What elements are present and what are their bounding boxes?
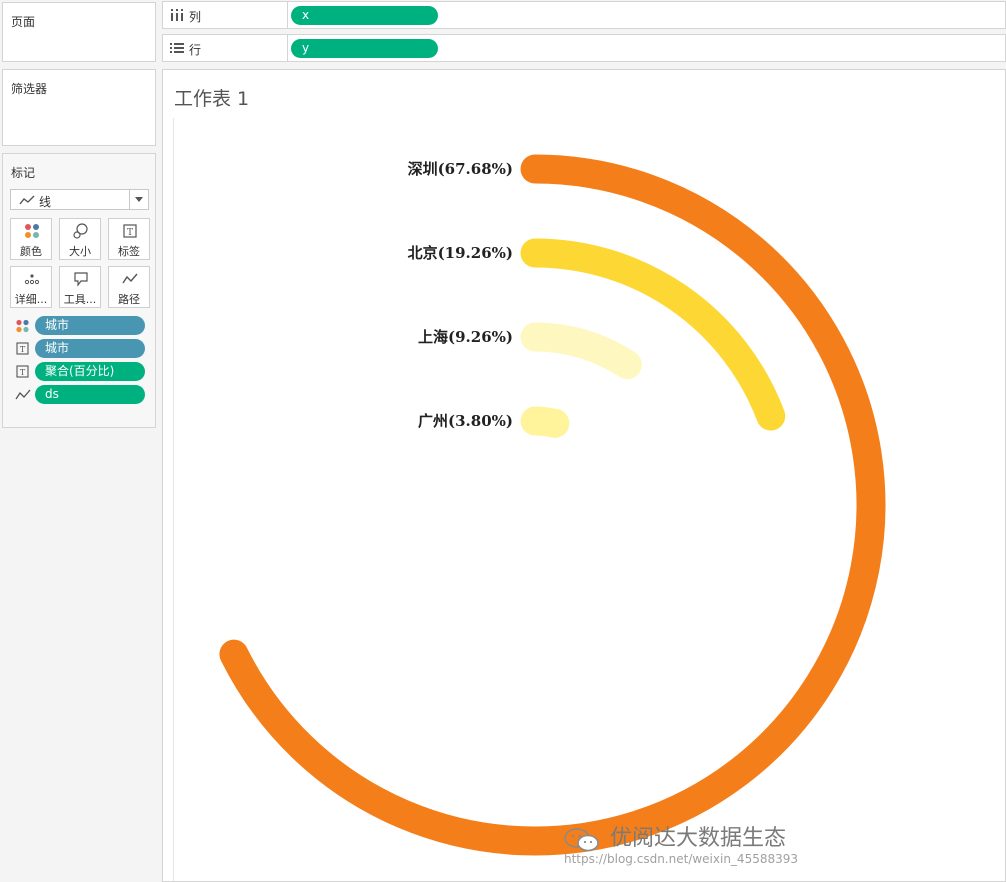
tooltip-icon — [74, 272, 88, 287]
y-pill[interactable]: y — [291, 39, 438, 58]
mark-type-label: 线 — [39, 195, 52, 209]
radial-bar-chart: 深圳(67.68%) 北京(19.26%) 上海(9.26%) 广州(3.80%) — [219, 154, 886, 856]
arc-上海[interactable] — [520, 322, 642, 380]
mark-type-dropdown[interactable]: 线 — [10, 189, 149, 210]
color-card-label: 颜色 — [20, 245, 42, 258]
size-card[interactable]: 大小 — [59, 218, 101, 260]
ds-path-pill[interactable]: ds — [35, 385, 145, 404]
path-icon — [122, 273, 138, 284]
line-mark-icon — [19, 195, 35, 205]
tooltip-card-label: 工具... — [63, 293, 97, 306]
color-dots-icon — [16, 319, 29, 333]
label-icon: T — [123, 224, 137, 238]
svg-text:T: T — [127, 228, 133, 238]
columns-shelf-label: 列 — [163, 2, 288, 28]
size-card-label: 大小 — [69, 245, 91, 258]
detail-icon — [24, 274, 40, 285]
marks-panel: 标记 线 颜色 大小 T 标签 详细... 工具... 路径 城市 T 城市 T… — [2, 153, 156, 428]
data-label: 北京(19.26%) — [408, 244, 513, 262]
city-label-pill[interactable]: 城市 — [35, 339, 145, 358]
rows-label-text: 行 — [189, 43, 202, 57]
data-label: 深圳(67.68%) — [408, 160, 513, 178]
wechat-icon — [564, 828, 599, 852]
percent-label-pill[interactable]: 聚合(百分比) — [35, 362, 145, 381]
svg-text:T: T — [20, 345, 26, 354]
rows-icon — [170, 43, 184, 53]
columns-shelf[interactable]: 列 x — [162, 1, 1006, 29]
mark-pill-row[interactable]: 城市 — [15, 316, 147, 336]
color-dots-icon — [25, 224, 39, 238]
columns-icon — [171, 9, 183, 21]
mark-pill-row[interactable]: T 城市 — [15, 339, 147, 359]
size-icon — [73, 223, 88, 239]
path-icon — [15, 389, 31, 400]
tooltip-card[interactable]: 工具... — [59, 266, 101, 308]
arc-深圳[interactable] — [219, 154, 886, 856]
arc-广州[interactable] — [520, 406, 570, 438]
label-card[interactable]: T 标签 — [108, 218, 150, 260]
color-card[interactable]: 颜色 — [10, 218, 52, 260]
label-card-label: 标签 — [118, 245, 140, 258]
rows-shelf-label: 行 — [163, 35, 288, 61]
pages-title: 页面 — [11, 15, 36, 29]
detail-card[interactable]: 详细... — [10, 266, 52, 308]
pages-panel[interactable]: 页面 — [2, 2, 156, 62]
path-card[interactable]: 路径 — [108, 266, 150, 308]
worksheet-view[interactable]: 工作表 1 深圳(67.68%) 北京(19.26%) 上海(9.26%) 广州(3.… — [162, 69, 1006, 882]
marks-title: 标记 — [11, 166, 36, 180]
mark-pill-row[interactable]: ds — [15, 385, 147, 405]
chevron-down-icon[interactable] — [129, 190, 148, 209]
watermark-url: https://blog.csdn.net/weixin_45588393 — [564, 852, 799, 866]
mark-pill-row[interactable]: T 聚合(百分比) — [15, 362, 147, 382]
columns-label-text: 列 — [189, 10, 202, 24]
data-label: 上海(9.26%) — [418, 328, 513, 346]
svg-text:T: T — [20, 368, 26, 377]
rows-shelf[interactable]: 行 y — [162, 34, 1006, 62]
detail-card-label: 详细... — [14, 293, 48, 306]
watermark-text: 优阅达大数据生态 — [610, 826, 787, 851]
x-pill[interactable]: x — [291, 6, 438, 25]
label-icon: T — [16, 365, 29, 378]
filters-panel[interactable]: 筛选器 — [2, 69, 156, 146]
filters-title: 筛选器 — [11, 82, 48, 96]
city-color-pill[interactable]: 城市 — [35, 316, 145, 335]
path-card-label: 路径 — [118, 293, 140, 306]
data-label: 广州(3.80%) — [418, 412, 513, 430]
label-icon: T — [16, 342, 29, 355]
